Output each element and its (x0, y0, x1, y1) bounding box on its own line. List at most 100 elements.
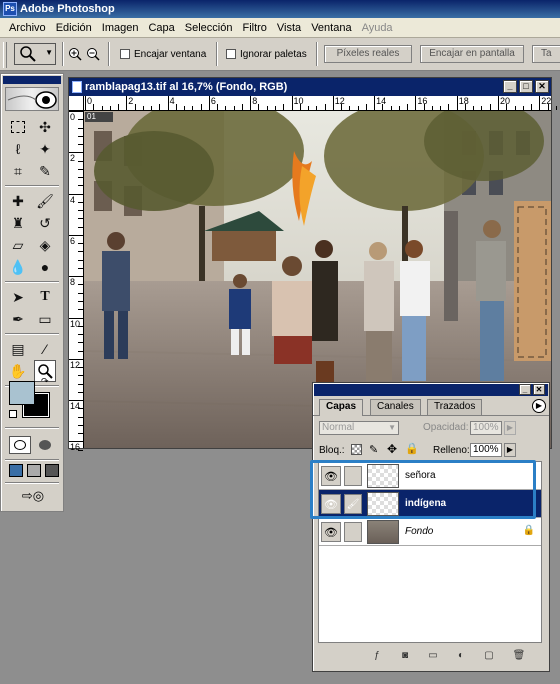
ruler-tick (200, 104, 202, 110)
menu-imagen[interactable]: Imagen (97, 22, 144, 34)
document-title-bar[interactable]: ramblapag13.tif al 16,7% (Fondo, RGB) (69, 78, 551, 96)
fill-value: 100% (473, 444, 499, 455)
maximize-button[interactable]: □ (519, 80, 533, 93)
ignorar-paletas-checkbox[interactable] (226, 49, 236, 59)
close-button[interactable]: ✕ (535, 80, 549, 93)
blend-mode-select[interactable]: Normal ▼ (319, 421, 399, 435)
fill-field[interactable]: 100% (470, 443, 502, 457)
encajar-pantalla-button[interactable]: Encajar en pantalla (420, 45, 524, 63)
screen-mode-standard-icon[interactable] (9, 464, 23, 477)
move-tool-icon[interactable]: ✣ (34, 116, 56, 138)
rectangle-tool-icon[interactable]: ▭ (34, 308, 56, 330)
layers-bottom-bar: ƒ ◙ ▭ ◐ ▢ 🗑 (318, 649, 542, 665)
ruler-tick (266, 106, 268, 110)
menu-seleccion[interactable]: Selección (180, 22, 238, 34)
layer-link-slot[interactable] (344, 522, 362, 542)
notes-tool-icon[interactable]: ▤ (7, 338, 29, 360)
menu-edicion[interactable]: Edición (51, 22, 97, 34)
menu-bar: Archivo Edición Imagen Capa Selección Fi… (0, 18, 560, 38)
menu-capa[interactable]: Capa (143, 22, 179, 34)
zoom-tool-preset[interactable]: ▼ (14, 43, 56, 65)
ruler-tick (78, 218, 83, 220)
eyedropper-tool-icon[interactable]: ⁄ (34, 338, 56, 360)
lock-transparency-icon[interactable] (351, 444, 362, 455)
ruler-top-label: 12 (334, 96, 345, 106)
swap-colors-icon[interactable]: ↷ (41, 376, 49, 387)
adjustment-layer-icon[interactable]: ◐ (454, 649, 468, 663)
ruler-origin[interactable] (69, 96, 84, 111)
slice-tool-icon[interactable]: ✎ (34, 160, 56, 182)
brush-tool-icon[interactable]: 🖌 (34, 190, 56, 212)
menu-filtro[interactable]: Filtro (237, 22, 271, 34)
zoom-in-button[interactable] (68, 47, 82, 61)
toolbox-eye-logo[interactable] (5, 87, 59, 111)
layer-name-fondo[interactable]: Fondo (405, 526, 433, 537)
default-colors-icon[interactable] (9, 410, 17, 418)
marquee-tool-icon[interactable] (7, 116, 29, 138)
type-tool-icon[interactable]: T (34, 286, 56, 308)
ruler-tick (398, 106, 400, 110)
paint-bucket-tool-icon[interactable]: ◈ (34, 234, 56, 256)
tamano-impresion-button[interactable]: Ta (532, 45, 560, 63)
eraser-tool-icon[interactable]: ▱ (7, 234, 29, 256)
zoom-out-button[interactable] (86, 47, 100, 61)
lock-position-icon[interactable]: ✥ (387, 442, 397, 456)
ruler-top-label: 20 (500, 96, 511, 106)
lock-all-icon[interactable]: 🔒 (405, 442, 419, 455)
menu-ayuda[interactable]: Ayuda (357, 22, 398, 34)
visibility-eye-icon[interactable]: 👁 (321, 522, 341, 542)
panel-minimize-button[interactable]: _ (519, 384, 531, 395)
lock-image-icon[interactable]: ✎ (369, 443, 378, 456)
clone-stamp-tool-icon[interactable]: ♜ (7, 212, 29, 234)
menu-vista[interactable]: Vista (272, 22, 306, 34)
minimize-button[interactable]: _ (503, 80, 517, 93)
menu-archivo[interactable]: Archivo (4, 22, 51, 34)
document-tab[interactable]: 01 (85, 112, 113, 122)
opacity-label: Opacidad: (423, 422, 469, 433)
ruler-left-label: 16 (70, 442, 81, 453)
dodge-tool-icon[interactable]: ● (34, 256, 56, 278)
screen-mode-full-icon[interactable] (45, 464, 59, 477)
delete-layer-icon[interactable]: 🗑 (512, 649, 526, 663)
ruler-tick (134, 104, 136, 110)
panel-close-button[interactable]: ✕ (533, 384, 545, 395)
opacity-slider-button[interactable]: ▶ (504, 421, 516, 435)
ruler-tick (473, 106, 475, 110)
new-group-icon[interactable]: ▭ (426, 649, 440, 663)
tab-canales[interactable]: Canales (370, 399, 421, 415)
crop-tool-icon[interactable]: ⌗ (7, 160, 29, 182)
hand-tool-icon[interactable]: ✋ (7, 360, 29, 382)
ruler-tick (250, 96, 252, 110)
path-selection-tool-icon[interactable]: ➤ (7, 286, 29, 308)
new-layer-icon[interactable]: ▢ (482, 649, 496, 663)
ruler-tick (78, 433, 83, 435)
layer-mask-icon[interactable]: ◙ (398, 649, 412, 663)
jump-to-imageready-icon[interactable]: ⇨◎ (9, 487, 57, 505)
ruler-tick (93, 104, 95, 110)
foreground-color-swatch[interactable] (9, 381, 35, 405)
layer-thumbnail-fondo (367, 520, 399, 544)
magic-wand-tool-icon[interactable]: ✦ (34, 138, 56, 160)
menu-ventana[interactable]: Ventana (306, 22, 356, 34)
tab-trazados[interactable]: Trazados (427, 399, 483, 415)
opacity-field[interactable]: 100% (470, 421, 502, 435)
layer-style-icon[interactable]: ƒ (370, 649, 384, 663)
ruler-left-label: 0 (70, 112, 76, 122)
quick-mask-button[interactable] (34, 436, 56, 454)
tab-capas[interactable]: Capas (319, 399, 364, 416)
pen-tool-icon[interactable]: ✒ (7, 308, 29, 330)
panel-menu-button[interactable]: ▶ (532, 399, 546, 413)
encajar-ventana-checkbox[interactable] (120, 49, 130, 59)
fill-slider-button[interactable]: ▶ (504, 443, 516, 457)
layer-row-fondo[interactable]: 👁 Fondo 🔒 (319, 518, 541, 546)
pixeles-reales-button[interactable]: Píxeles reales (324, 45, 412, 63)
layers-panel-title-bar[interactable] (314, 384, 548, 396)
ruler-tick (489, 104, 491, 110)
ruler-tick (85, 96, 86, 110)
standard-mode-button[interactable] (9, 436, 31, 454)
healing-brush-tool-icon[interactable]: ✚ (7, 190, 29, 212)
blur-tool-icon[interactable]: 💧 (7, 256, 29, 278)
screen-mode-menubar-icon[interactable] (27, 464, 41, 477)
history-brush-tool-icon[interactable]: ↺ (34, 212, 56, 234)
lasso-tool-icon[interactable]: ℓ (7, 138, 29, 160)
